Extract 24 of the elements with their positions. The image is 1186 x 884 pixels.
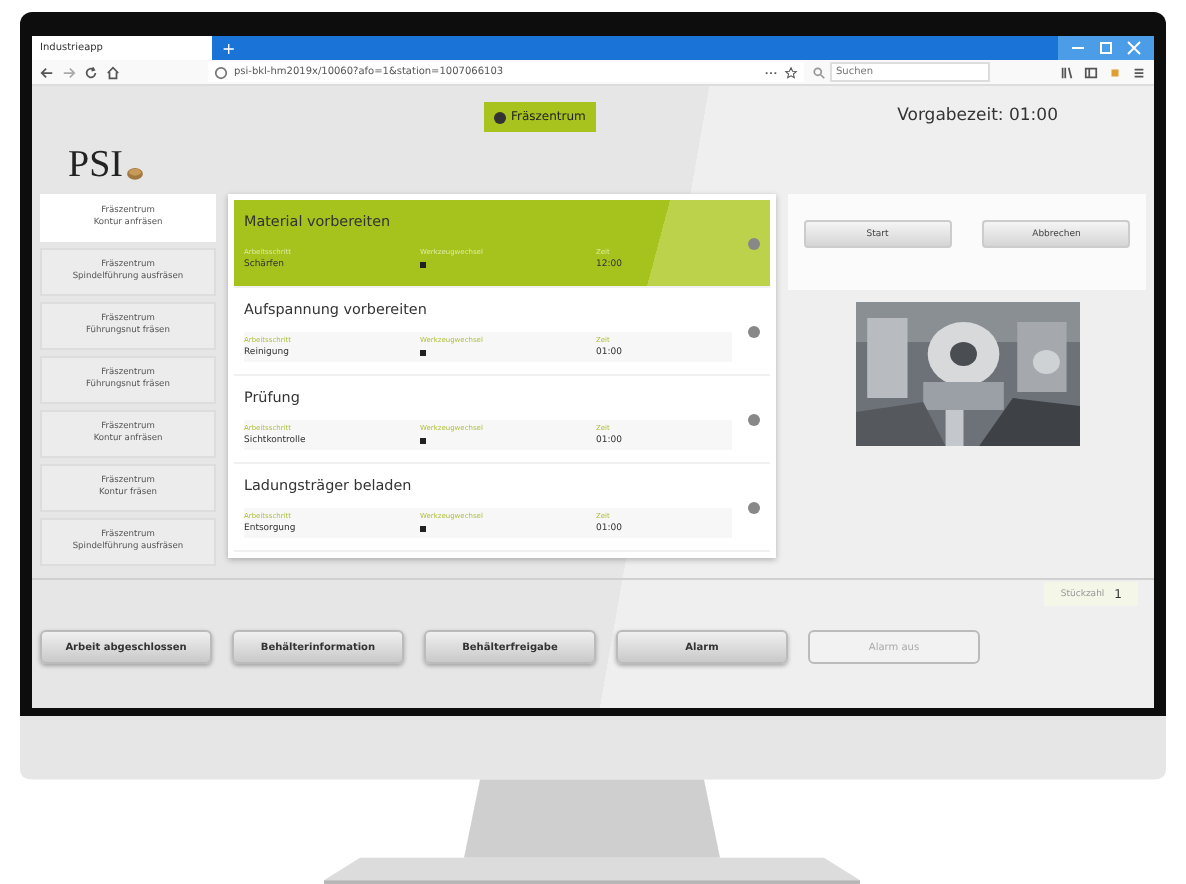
square-icon	[420, 526, 426, 532]
library-icon[interactable]	[1060, 65, 1074, 79]
logo-text: PSI	[68, 146, 123, 184]
star-icon[interactable]	[784, 65, 798, 79]
square-icon	[420, 438, 426, 444]
status-dot-icon	[748, 325, 760, 337]
square-icon	[420, 350, 426, 356]
new-tab-button[interactable]: +	[212, 40, 246, 60]
sidebar-icon[interactable]	[1084, 65, 1098, 79]
back-icon[interactable]	[40, 65, 54, 79]
search-icon	[812, 65, 826, 79]
close-icon[interactable]	[1126, 40, 1142, 56]
logo-icon	[126, 166, 145, 180]
status-dot-icon	[748, 501, 760, 513]
square-icon	[420, 262, 426, 268]
status-dot-icon	[748, 237, 760, 249]
menu-icon[interactable]	[1132, 65, 1146, 79]
status-dot-icon	[748, 413, 760, 425]
target-time: Vorgabezeit: 01:00	[897, 106, 1058, 126]
maximize-icon[interactable]	[1098, 40, 1114, 56]
reload-icon[interactable]	[84, 65, 98, 79]
home-icon[interactable]	[106, 65, 120, 79]
status-dot-icon	[494, 111, 507, 123]
info-icon	[214, 65, 228, 79]
